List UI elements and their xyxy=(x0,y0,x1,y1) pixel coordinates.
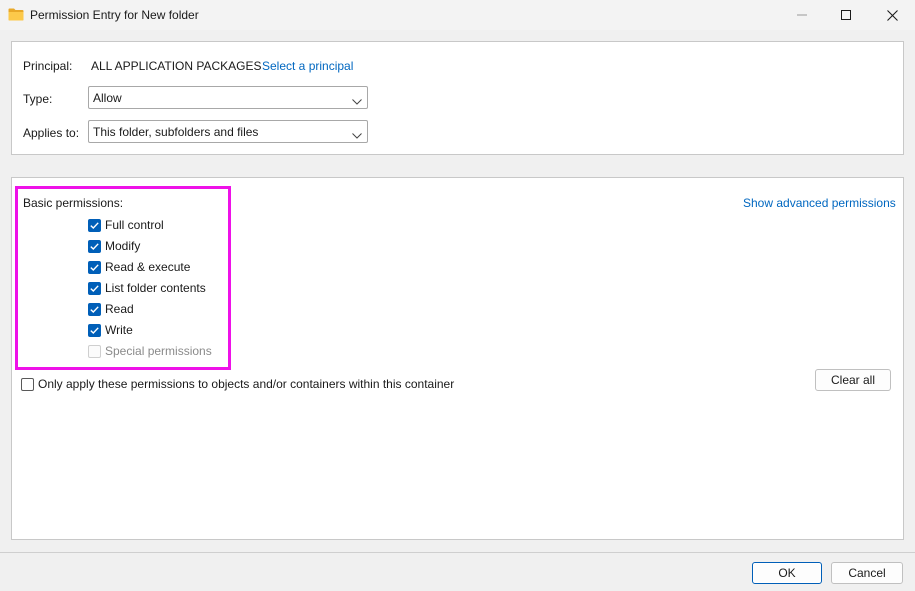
window-title: Permission Entry for New folder xyxy=(30,8,199,22)
applies-to-dropdown[interactable]: This folder, subfolders and files xyxy=(88,120,368,143)
checkbox-unchecked[interactable] xyxy=(21,377,34,391)
select-principal-link[interactable]: Select a principal xyxy=(262,59,353,73)
maximize-icon xyxy=(841,10,851,20)
type-dropdown[interactable]: Allow xyxy=(88,86,368,109)
close-icon xyxy=(886,9,898,21)
maximize-button[interactable] xyxy=(823,0,869,30)
ok-button[interactable]: OK xyxy=(752,562,822,584)
chevron-down-icon xyxy=(352,128,362,142)
close-button[interactable] xyxy=(869,0,915,30)
principal-value: ALL APPLICATION PACKAGES xyxy=(91,59,262,73)
footer-divider xyxy=(0,552,915,553)
clear-all-button[interactable]: Clear all xyxy=(815,369,891,391)
only-apply-label: Only apply these permissions to objects … xyxy=(38,377,455,391)
folder-icon xyxy=(8,8,24,21)
show-advanced-permissions-link[interactable]: Show advanced permissions xyxy=(743,196,896,210)
highlight-box xyxy=(15,186,231,370)
cancel-button[interactable]: Cancel xyxy=(831,562,903,584)
applies-to-label: Applies to: xyxy=(23,126,80,140)
only-apply-checkbox[interactable]: Only apply these permissions to objects … xyxy=(21,375,454,393)
minimize-button[interactable] xyxy=(779,0,825,30)
type-value: Allow xyxy=(93,91,122,105)
chevron-down-icon xyxy=(352,94,362,108)
minimize-icon xyxy=(797,10,807,20)
title-bar: Permission Entry for New folder xyxy=(0,0,915,30)
principal-label: Principal: xyxy=(23,59,73,73)
applies-to-value: This folder, subfolders and files xyxy=(93,125,259,139)
type-label: Type: xyxy=(23,92,53,106)
